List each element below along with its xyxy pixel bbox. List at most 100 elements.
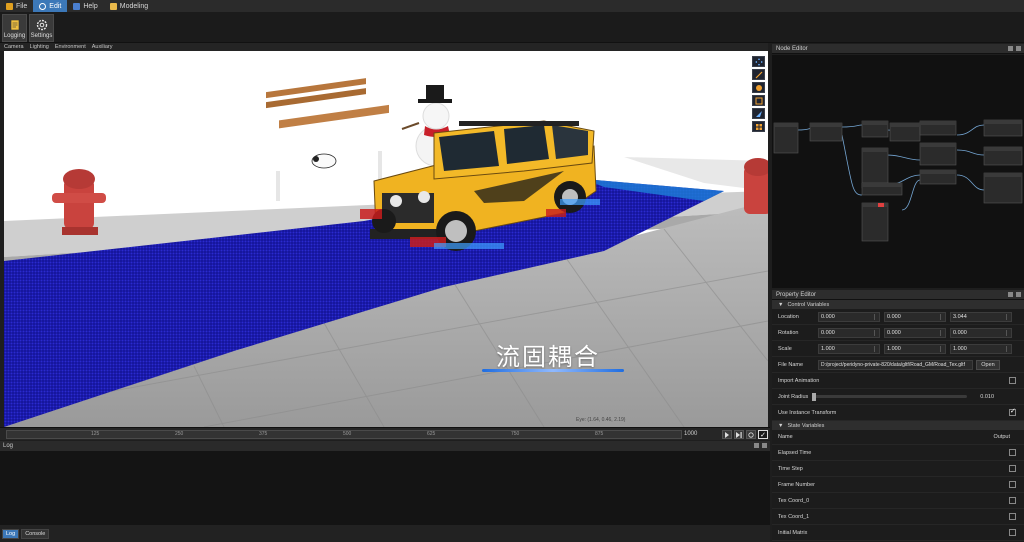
collapse-arrow-icon: ▼ <box>778 301 784 308</box>
menu-edit[interactable]: Edit <box>33 0 68 12</box>
menu-help-label: Help <box>83 2 98 10</box>
caption-underline <box>482 369 624 372</box>
menu-modeling[interactable]: Modeling <box>104 0 154 12</box>
location-y-value: 0.000 <box>887 313 901 320</box>
scale-z-field[interactable]: 1.000 <box>950 343 1012 354</box>
scale-tool-icon[interactable] <box>752 69 765 80</box>
play-button[interactable] <box>722 430 732 439</box>
state-item-label: Tex Coord_0 <box>778 497 810 504</box>
state-name-header: Name <box>778 434 793 440</box>
rotation-z-field[interactable]: 0.000 <box>950 327 1012 338</box>
reset-button[interactable] <box>746 430 756 439</box>
check-icon: ✓ <box>760 431 766 439</box>
rotate-tool-icon[interactable] <box>752 82 765 93</box>
rotation-x-field[interactable]: 0.000 <box>818 327 880 338</box>
property-editor: ▼ Control Variables Location 0.000 0.000… <box>772 300 1024 542</box>
folder-icon <box>109 2 117 10</box>
open-file-button[interactable]: Open <box>976 359 1000 370</box>
menu-edit-label: Edit <box>49 2 62 10</box>
step-button[interactable] <box>734 430 744 439</box>
render-viewport[interactable]: 流固耦合 Eye: (1.64, 0.46, 2.19) <box>4 51 768 427</box>
joint-radius-slider[interactable] <box>812 395 967 398</box>
float-icon[interactable] <box>1008 292 1013 297</box>
fire-hydrant-right <box>744 158 768 214</box>
settings-gear-icon <box>36 19 47 30</box>
camera-coordinates: Eye: (1.64, 0.46, 2.19) <box>576 417 626 423</box>
timeline-slider[interactable]: 125 250 375 500 625 750 875 <box>6 430 682 439</box>
grid-tool-icon[interactable] <box>752 121 765 132</box>
location-label: Location <box>778 313 799 320</box>
menu-help[interactable]: Help <box>67 0 103 12</box>
state-item-label: Frame Number <box>778 481 815 488</box>
viewport-tab-environment[interactable]: Environment <box>55 44 86 50</box>
import-animation-checkbox[interactable] <box>1009 377 1016 384</box>
tick-label: 875 <box>595 431 604 437</box>
menu-modeling-label: Modeling <box>119 2 149 10</box>
close-icon[interactable] <box>1016 46 1021 51</box>
caption-text: 流固耦合 <box>496 343 600 371</box>
file-name-field[interactable]: D:/project/peridyno-private-820/data/glt… <box>818 359 973 370</box>
tick-label: 625 <box>427 431 436 437</box>
gear-icon <box>39 2 47 10</box>
log-output[interactable] <box>0 451 770 525</box>
location-y-field[interactable]: 0.000 <box>884 311 946 322</box>
location-z-value: 3.044 <box>953 313 967 320</box>
tick-label: 250 <box>175 431 184 437</box>
close-icon[interactable] <box>762 443 767 448</box>
tick-label: 125 <box>91 431 100 437</box>
scale-x-field[interactable]: 1.000 <box>818 343 880 354</box>
viewport-menu: Camera Lighting Environment Auxiliary <box>0 43 768 51</box>
location-x-field[interactable]: 0.000 <box>818 311 880 322</box>
float-icon[interactable] <box>754 443 759 448</box>
rotation-y-field[interactable]: 0.000 <box>884 327 946 338</box>
app-icon <box>6 2 13 10</box>
file-name-label: File Name <box>778 361 804 368</box>
state-item-label: Initial Matrix <box>778 529 808 536</box>
tab-console[interactable]: Console <box>21 528 50 539</box>
viewport-tab-auxiliary[interactable]: Auxiliary <box>92 44 113 50</box>
tab-log[interactable]: Log <box>2 528 20 539</box>
menu-file[interactable]: File <box>0 0 33 12</box>
viewport-tab-camera[interactable]: Camera <box>4 44 24 50</box>
logging-icon <box>10 19 19 30</box>
step-icon <box>736 431 742 438</box>
viewport-tab-lighting[interactable]: Lighting <box>30 44 49 50</box>
bench <box>266 78 389 201</box>
tick-label: 750 <box>511 431 520 437</box>
control-variables-label: Control Variables <box>787 301 830 308</box>
use-instance-transform-checkbox[interactable] <box>1009 407 1016 416</box>
menu-file-label: File <box>16 2 28 10</box>
joint-radius-row: Joint Radius 0.010 <box>772 389 1024 405</box>
location-z-field[interactable]: 3.044 <box>950 311 1012 322</box>
tick-label: 500 <box>343 431 352 437</box>
control-variables-section[interactable]: ▼ Control Variables <box>772 300 1024 309</box>
log-tabs: Log Console <box>0 525 770 542</box>
float-icon[interactable] <box>1008 46 1013 51</box>
logging-button[interactable]: Logging <box>2 14 27 42</box>
move-tool-icon[interactable] <box>752 56 765 67</box>
frame-tool-icon[interactable] <box>752 95 765 106</box>
state-row: Elapsed Time <box>772 445 1024 461</box>
joint-radius-slider-handle[interactable] <box>812 392 816 401</box>
state-row: Frame Number <box>772 477 1024 493</box>
state-output-checkbox[interactable] <box>1009 529 1016 536</box>
scale-y-field[interactable]: 1.000 <box>884 343 946 354</box>
play-icon <box>725 431 729 438</box>
select-tool-icon[interactable] <box>752 108 765 119</box>
settings-button[interactable]: Settings <box>29 14 54 42</box>
rotation-x-value: 0.000 <box>821 329 835 336</box>
state-output-checkbox[interactable] <box>1009 513 1016 520</box>
close-icon[interactable] <box>1016 292 1021 297</box>
state-item-label: Tex Coord_1 <box>778 513 810 520</box>
state-output-checkbox[interactable] <box>1009 465 1016 472</box>
state-variables-section[interactable]: ▼ State Variables <box>772 421 1024 430</box>
state-output-checkbox[interactable] <box>1009 497 1016 504</box>
location-x-value: 0.000 <box>821 313 835 320</box>
loop-toggle[interactable]: ✓ <box>758 430 768 439</box>
state-row: Tex Coord_0 <box>772 493 1024 509</box>
node-graph-canvas[interactable] <box>772 55 1024 288</box>
state-output-checkbox[interactable] <box>1009 449 1016 456</box>
node-editor-buttons <box>1008 46 1021 51</box>
state-output-checkbox[interactable] <box>1009 481 1016 488</box>
joint-radius-value[interactable]: 0.010 <box>980 394 994 400</box>
